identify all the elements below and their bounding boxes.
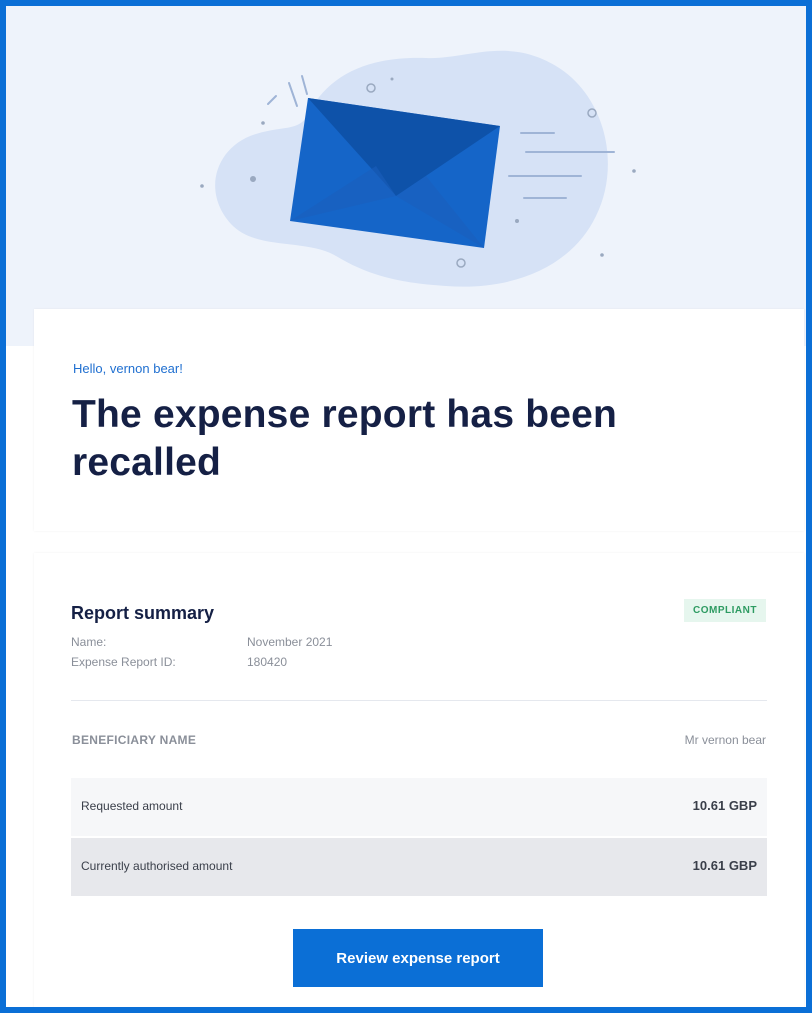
email-frame: Hello, vernon bear! The expense report h… — [0, 0, 812, 1013]
row-value: 10.61 GBP — [692, 798, 757, 813]
meta-label-name: Name: — [71, 635, 107, 649]
meta-label-report-id: Expense Report ID: — [71, 655, 176, 669]
greeting-card: Hello, vernon bear! The expense report h… — [34, 309, 804, 531]
beneficiary-value: Mr vernon bear — [684, 733, 766, 747]
review-expense-report-button[interactable]: Review expense report — [293, 929, 543, 987]
summary-title: Report summary — [71, 603, 215, 623]
row-label: Requested amount — [81, 799, 183, 813]
report-summary-card: Report summary COMPLIANT Name: November … — [34, 553, 804, 1007]
meta-value-report-id: 180420 — [247, 655, 288, 669]
hero-illustration — [6, 6, 806, 346]
meta-value-name: November 2021 — [247, 635, 333, 649]
row-label: Currently authorised amount — [81, 859, 233, 873]
divider — [71, 700, 767, 701]
status-badge: COMPLIANT — [684, 599, 766, 622]
greeting-text: Hello, vernon bear! — [73, 361, 183, 376]
authorised-amount-row: Currently authorised amount 10.61 GBP — [71, 838, 767, 896]
row-value: 10.61 GBP — [692, 858, 757, 873]
envelope-illustration — [200, 50, 636, 287]
beneficiary-label: BENEFICIARY NAME — [72, 733, 197, 747]
requested-amount-row: Requested amount 10.61 GBP — [71, 778, 767, 836]
page-title: The expense report has been recalled — [72, 393, 618, 484]
